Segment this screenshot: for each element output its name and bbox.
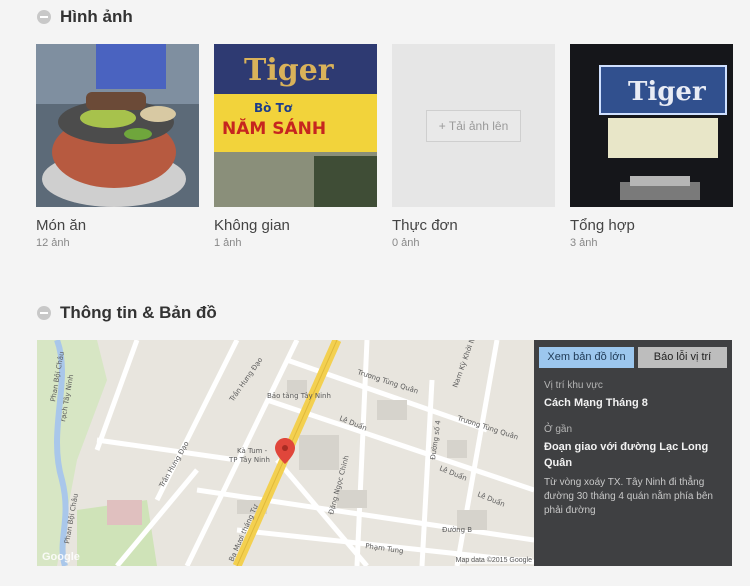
map-info-panel: Xem bản đồ lớn Báo lỗi vị trí Vị trí khu… [534, 340, 732, 566]
google-logo: Google [42, 551, 80, 563]
photo-count: 0 ảnh [392, 237, 420, 249]
map-attribution[interactable]: Map data ©2015 Google [455, 557, 532, 564]
photo-count: 3 ảnh [570, 237, 598, 249]
report-location-error-button[interactable]: Báo lỗi vị trí [638, 347, 727, 368]
photo-thumbnail-food[interactable] [36, 44, 199, 207]
map-canvas[interactable]: Bảo tàng Tây Ninh Trương Tùng Quân Trươn… [37, 340, 534, 566]
map-label: TP Tây Ninh [228, 456, 270, 464]
photo-category-label[interactable]: Tổng hợp [570, 217, 733, 234]
photo-upload-area[interactable]: + Tải ảnh lên [392, 44, 555, 207]
photo-card-menu[interactable]: + Tải ảnh lên Thực đơn 0 ảnh [392, 44, 555, 249]
map-label: Đường B [442, 526, 472, 534]
svg-text:NĂM SÁNH: NĂM SÁNH [222, 117, 326, 139]
images-section-label: Hình ảnh [60, 7, 133, 26]
near-value: Đoạn giao với đường Lạc Long Quân [544, 441, 709, 469]
photo-category-label[interactable]: Thực đơn [392, 217, 555, 234]
photo-thumbnail-space[interactable]: Tiger Bò Tơ NĂM SÁNH [214, 44, 377, 207]
map-label: Bảo tàng Tây Ninh [267, 392, 331, 400]
photo-category-label[interactable]: Món ăn [36, 217, 199, 234]
photo-card-general[interactable]: Tiger Tổng hợp 3 ảnh [570, 44, 733, 249]
collapse-icon[interactable] [37, 306, 51, 320]
collapse-icon[interactable] [37, 10, 51, 24]
view-large-map-button[interactable]: Xem bản đồ lớn [539, 347, 634, 368]
svg-text:Bò Tơ: Bò Tơ [254, 101, 293, 115]
photo-count: 12 ảnh [36, 237, 70, 249]
info-section-title: Thông tin & Bản đồ [37, 303, 217, 323]
map-label: Kà Tum - [237, 447, 268, 455]
directions-text: Từ vòng xoáy TX. Tây Ninh đi thẳng đường… [544, 477, 713, 516]
area-label: Vị trí khu vực [544, 380, 603, 391]
near-label: Ở gần [544, 424, 573, 435]
photo-category-label[interactable]: Không gian [214, 217, 377, 234]
info-section-label: Thông tin & Bản đồ [60, 303, 217, 322]
images-section-title: Hình ảnh [37, 7, 133, 27]
photo-count: 1 ảnh [214, 237, 242, 249]
photo-card-food[interactable]: Món ăn 12 ảnh [36, 44, 199, 249]
svg-text:Tiger: Tiger [628, 77, 706, 107]
svg-text:Tiger: Tiger [244, 53, 335, 88]
photo-card-space[interactable]: Tiger Bò Tơ NĂM SÁNH Không gian 1 ảnh [214, 44, 377, 249]
upload-photo-button[interactable]: + Tải ảnh lên [425, 109, 522, 142]
photo-thumbnail-general[interactable]: Tiger [570, 44, 733, 207]
area-value: Cách Mạng Tháng 8 [544, 397, 648, 409]
